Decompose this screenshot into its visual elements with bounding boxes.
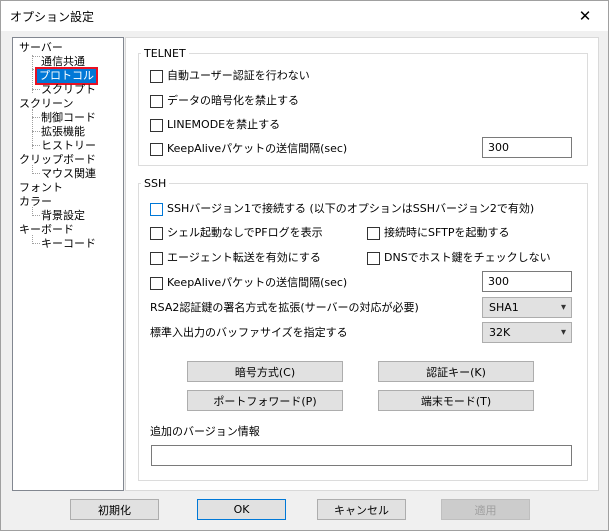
chevron-down-icon: ▾ — [560, 327, 566, 338]
cipher-button[interactable]: 暗号方式(C) — [187, 361, 343, 382]
tree-item-common[interactable]: 通信共通 — [41, 55, 85, 69]
tree-item-script[interactable]: スクリプト — [41, 83, 96, 97]
ssh-group-title: SSH — [141, 177, 170, 190]
checkbox-label: LINEMODEを禁止する — [167, 118, 281, 131]
checkbox-box[interactable] — [150, 69, 163, 83]
auth-key-button[interactable]: 認証キー(K) — [378, 361, 534, 382]
tree-line — [32, 173, 40, 174]
buffer-size-select[interactable]: 32K ▾ — [482, 322, 572, 343]
rsa-sig-select[interactable]: SHA1 ▾ — [482, 297, 572, 318]
checkbox-label: KeepAliveパケットの送信間隔(sec) — [167, 276, 348, 289]
tree-line — [32, 131, 40, 132]
version-info-input[interactable] — [151, 445, 572, 466]
checkbox-box[interactable] — [150, 202, 163, 216]
checkbox-box[interactable] — [150, 142, 163, 156]
chevron-down-icon: ▾ — [560, 302, 566, 313]
tree-line — [32, 215, 40, 216]
port-forward-button[interactable]: ポートフォワード(P) — [187, 390, 343, 411]
checkbox-box[interactable] — [367, 251, 380, 265]
options-dialog: オプション設定 ✕ サーバー 通信共通 プロトコル スクリプト スクリーン 制御… — [0, 0, 609, 531]
tree-line — [32, 56, 40, 57]
tree-item-extension[interactable]: 拡張機能 — [41, 125, 85, 139]
tree-item-mouse[interactable]: マウス関連 — [41, 167, 96, 181]
telnet-keepalive-checkbox[interactable]: KeepAliveパケットの送信間隔(sec) — [150, 142, 347, 156]
checkbox-box[interactable] — [150, 226, 163, 240]
tree-item-server[interactable]: サーバー — [19, 41, 63, 55]
reset-button[interactable]: 初期化 — [70, 499, 159, 520]
checkbox-label: データの暗号化を禁止する — [167, 94, 299, 107]
dns-hostkey-checkbox[interactable]: DNSでホスト鍵をチェックしない — [367, 251, 551, 265]
checkbox-label: KeepAliveパケットの送信間隔(sec) — [167, 142, 348, 155]
close-icon: ✕ — [578, 7, 592, 25]
tree-item-keycode[interactable]: キーコード — [41, 237, 96, 251]
checkbox-box[interactable] — [150, 251, 163, 265]
checkbox-box[interactable] — [150, 118, 163, 132]
cancel-button[interactable]: キャンセル — [317, 499, 406, 520]
tree-item-font[interactable]: フォント — [19, 181, 63, 195]
rsa-sig-value: SHA1 — [489, 301, 519, 314]
tree-item-clipboard[interactable]: クリップボード — [19, 153, 96, 167]
tree-line — [32, 117, 40, 118]
buffer-size-label: 標準入出力のバッファサイズを指定する — [150, 326, 348, 339]
protocol-settings-panel: TELNET 自動ユーザー認証を行わない データの暗号化を禁止する LINEMO… — [125, 37, 599, 491]
tree-item-control-code[interactable]: 制御コード — [41, 111, 96, 125]
telnet-keepalive-input[interactable]: 300 — [482, 137, 572, 158]
ok-button[interactable]: OK — [197, 499, 286, 520]
tree-line — [32, 243, 40, 244]
telnet-group-title: TELNET — [141, 47, 189, 60]
checkbox-label: シェル起動なしでPFログを表示 — [167, 226, 323, 239]
tree-item-screen[interactable]: スクリーン — [19, 97, 73, 111]
title-bar: オプション設定 ✕ — [1, 1, 608, 31]
no-pty-log-checkbox[interactable]: シェル起動なしでPFログを表示 — [150, 226, 323, 240]
checkbox-box[interactable] — [150, 276, 163, 290]
tree-item-protocol[interactable]: プロトコル — [35, 67, 98, 85]
close-button[interactable]: ✕ — [562, 1, 608, 31]
checkbox-label: エージェント転送を有効にする — [167, 251, 321, 264]
no-linemode-checkbox[interactable]: LINEMODEを禁止する — [150, 118, 280, 132]
checkbox-label: SSHバージョン1で接続する (以下のオプションはSSHバージョン2で有効) — [167, 202, 535, 215]
agent-forward-checkbox[interactable]: エージェント転送を有効にする — [150, 251, 321, 265]
no-encrypt-checkbox[interactable]: データの暗号化を禁止する — [150, 94, 299, 108]
tree-line — [32, 55, 33, 93]
checkbox-label: 接続時にSFTPを起動する — [384, 226, 510, 239]
tree-item-background[interactable]: 背景設定 — [41, 209, 85, 223]
no-auto-auth-checkbox[interactable]: 自動ユーザー認証を行わない — [150, 69, 310, 83]
checkbox-label: DNSでホスト鍵をチェックしない — [384, 251, 551, 264]
ssh-keepalive-input[interactable]: 300 — [482, 271, 572, 292]
checkbox-box[interactable] — [367, 226, 380, 240]
apply-button[interactable]: 適用 — [441, 499, 530, 520]
ssh-keepalive-checkbox[interactable]: KeepAliveパケットの送信間隔(sec) — [150, 276, 347, 290]
buffer-size-value: 32K — [489, 326, 511, 339]
terminal-mode-button[interactable]: 端末モード(T) — [378, 390, 534, 411]
tree-item-history[interactable]: ヒストリー — [41, 139, 96, 153]
rsa-sig-label: RSA2認証鍵の署名方式を拡張(サーバーの対応が必要) — [150, 301, 419, 314]
window-title: オプション設定 — [10, 10, 95, 24]
sftp-on-connect-checkbox[interactable]: 接続時にSFTPを起動する — [367, 226, 509, 240]
tree-line — [32, 145, 40, 146]
checkbox-label: 自動ユーザー認証を行わない — [167, 69, 310, 82]
checkbox-box[interactable] — [150, 94, 163, 108]
ssh1-checkbox[interactable]: SSHバージョン1で接続する (以下のオプションはSSHバージョン2で有効) — [150, 202, 534, 216]
category-tree: サーバー 通信共通 プロトコル スクリプト スクリーン 制御コード 拡張機能 ヒ… — [12, 37, 124, 491]
tree-line — [32, 109, 33, 149]
tree-item-color[interactable]: カラー — [19, 195, 52, 209]
tree-line — [32, 89, 40, 90]
tree-item-keyboard[interactable]: キーボード — [19, 223, 74, 237]
version-info-label: 追加のバージョン情報 — [150, 425, 260, 438]
